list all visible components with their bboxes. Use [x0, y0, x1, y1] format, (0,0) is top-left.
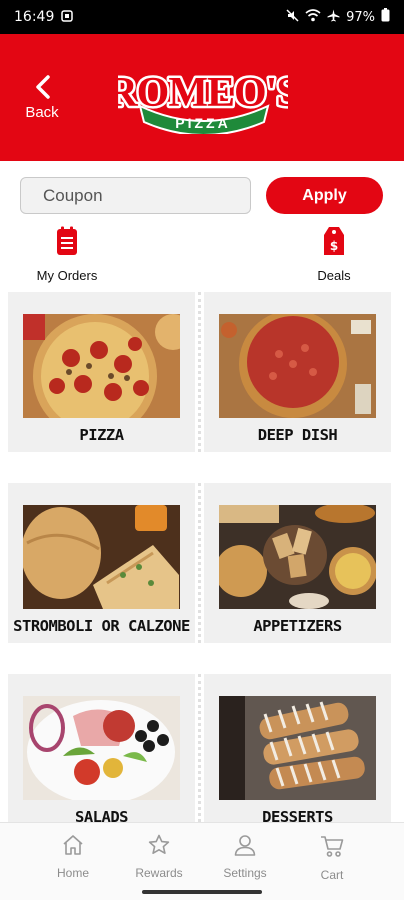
salads-photo [23, 696, 180, 800]
my-orders-button[interactable]: My Orders [34, 226, 100, 283]
wifi-icon [305, 8, 321, 26]
coupon-input[interactable] [20, 177, 251, 214]
order-list-icon [57, 226, 77, 255]
category-tile-pizza[interactable]: PIZZA [8, 292, 195, 452]
cart-icon [321, 836, 344, 857]
nav-home-label: Home [56, 866, 89, 880]
category-tile-salads[interactable]: SALADS [8, 674, 195, 822]
airplane-icon [327, 9, 340, 26]
nav-home[interactable]: Home [38, 833, 108, 880]
user-icon [234, 835, 256, 856]
category-label: DESSERTS [262, 808, 333, 822]
nav-settings-label: Settings [223, 866, 267, 880]
category-tile-appetizers[interactable]: APPETIZERS [204, 483, 391, 643]
back-label: Back [25, 104, 59, 121]
app-header: Back PIZZA ROMEO'S [0, 34, 404, 161]
chevron-left-icon [36, 75, 50, 99]
my-orders-label: My Orders [36, 268, 98, 283]
desserts-photo [219, 696, 376, 800]
notification-icon [61, 9, 74, 25]
category-grid: PIZZA DEEP DISH STROMBOLI OR CALZONE APP… [8, 292, 398, 822]
deep-dish-photo [219, 314, 376, 418]
battery-icon [381, 8, 390, 26]
price-tag-icon: $ [324, 227, 344, 255]
deals-button[interactable]: $ Deals [308, 226, 360, 283]
category-label: DEEP DISH [257, 426, 338, 444]
romeos-pizza-logo: PIZZA ROMEO'S [118, 68, 288, 134]
category-label: SALADS [75, 808, 129, 822]
gesture-bar [142, 890, 262, 894]
stromboli-photo [23, 505, 180, 609]
deals-label: Deals [317, 268, 351, 283]
logo-main-text: ROMEO'S [118, 70, 288, 116]
logo-sub-text: PIZZA [175, 115, 230, 131]
category-tile-deep-dish[interactable]: DEEP DISH [204, 292, 391, 452]
category-label: PIZZA [79, 426, 124, 444]
star-icon [148, 834, 170, 854]
bottom-navigation: Home Rewards Settings Cart [0, 822, 404, 900]
pizza-photo [23, 314, 180, 418]
nav-settings[interactable]: Settings [210, 833, 280, 880]
mute-icon [286, 8, 299, 26]
home-icon [63, 835, 83, 855]
nav-cart-label: Cart [320, 868, 344, 882]
nav-rewards[interactable]: Rewards [124, 833, 194, 880]
svg-text:$: $ [330, 239, 338, 253]
category-tile-stromboli-or-calzone[interactable]: STROMBOLI OR CALZONE [8, 483, 195, 643]
nav-rewards-label: Rewards [135, 866, 183, 880]
back-button[interactable]: Back [18, 74, 66, 124]
appetizers-photo [219, 505, 376, 609]
category-tile-desserts[interactable]: DESSERTS [204, 674, 391, 822]
status-bar: 16:49 97% [0, 0, 404, 34]
battery-percent: 97% [346, 9, 375, 25]
status-time: 16:49 [14, 9, 55, 25]
category-label: APPETIZERS [253, 617, 342, 635]
category-label: STROMBOLI OR CALZONE [13, 617, 190, 635]
nav-cart[interactable]: Cart [297, 833, 367, 882]
apply-button[interactable]: Apply [266, 177, 383, 214]
